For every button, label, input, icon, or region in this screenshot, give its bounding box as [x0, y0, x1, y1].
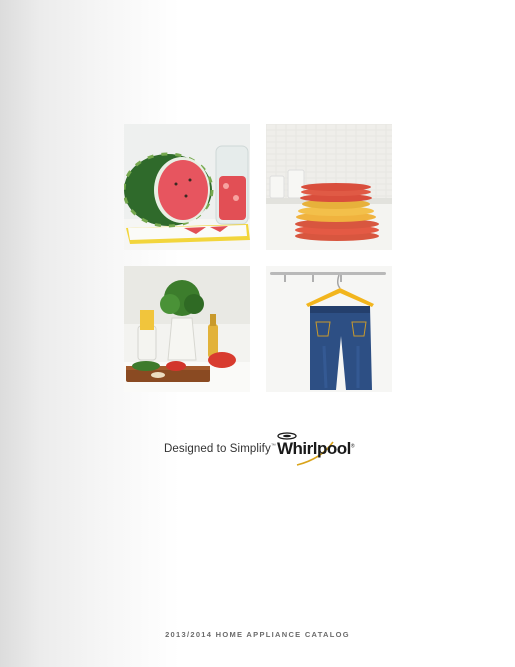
photo-dinner-plates: [266, 124, 392, 250]
whirlpool-logo: Whirlpool®: [277, 432, 355, 466]
trademark-mark: ™: [270, 443, 276, 450]
catalog-title: 2013/2014 HOME APPLIANCE CATALOG: [165, 630, 350, 639]
photo-herbs-vegetables: [124, 266, 250, 392]
photo-jeans-hanger: [266, 266, 392, 392]
tagline: Designed to Simplify™: [164, 443, 276, 455]
photo-watermelon: [124, 124, 250, 250]
registered-mark: ®: [350, 443, 355, 450]
logo-wordmark: Whirlpool®: [277, 439, 355, 458]
brand-lockup: Designed to Simplify™ Whirlpool®: [164, 432, 364, 466]
